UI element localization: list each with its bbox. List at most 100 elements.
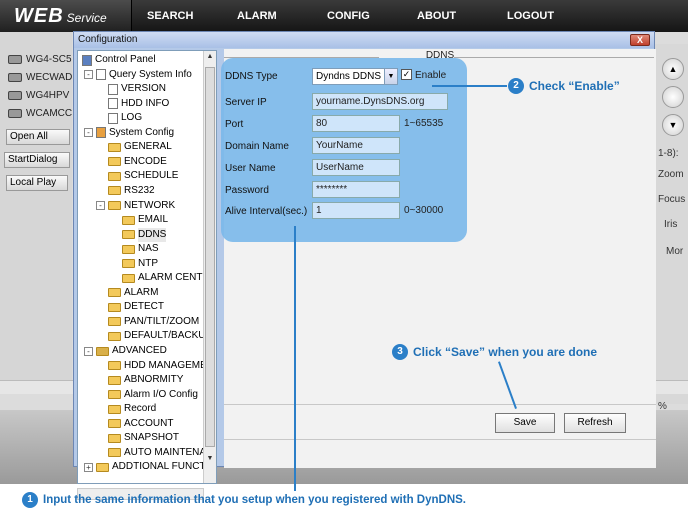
- tree-item[interactable]: GENERAL: [108, 140, 172, 154]
- tree-item[interactable]: SNAPSHOT: [108, 431, 179, 445]
- camera-label: WG4-SC5: [26, 54, 72, 65]
- tree-item[interactable]: - ADVANCED: [84, 344, 167, 358]
- server-ip-input[interactable]: yourname.DynsDNS.org: [312, 93, 448, 110]
- camera-item[interactable]: WECWAD: [8, 72, 72, 83]
- tree-item[interactable]: ALARM: [108, 286, 158, 300]
- step-number: 1: [22, 492, 38, 508]
- local-play-button[interactable]: Local Play: [6, 175, 68, 191]
- more-button[interactable]: Mor: [666, 246, 683, 257]
- ddns-panel: DDNS DDNS Type Dyndns DDNS ▼ ✓ Enable Se…: [221, 49, 656, 468]
- camera-label: WG4HPV: [26, 90, 70, 101]
- focus-label: Focus: [658, 194, 686, 205]
- port-input[interactable]: 80: [312, 115, 400, 132]
- ptz-down-button[interactable]: ▼: [662, 114, 684, 136]
- callout-line-2: [432, 85, 507, 87]
- alive-interval-input[interactable]: 1: [312, 202, 400, 219]
- save-button[interactable]: Save: [495, 413, 555, 433]
- start-dialog-select[interactable]: StartDialog: [4, 152, 70, 168]
- callout-line-1: [294, 226, 296, 491]
- folder-icon: [122, 273, 135, 283]
- ptz-up-button[interactable]: ▲: [662, 58, 684, 80]
- document-icon: [108, 112, 118, 124]
- nav-about[interactable]: ABOUT: [417, 0, 456, 32]
- collapse-icon[interactable]: -: [84, 128, 93, 138]
- expand-icon[interactable]: +: [84, 462, 93, 472]
- tree-item[interactable]: VERSION: [108, 82, 166, 96]
- tree-item-label: ADDTIONAL FUNCTIC: [112, 461, 216, 473]
- folder-icon: [108, 142, 121, 152]
- user-name-input[interactable]: UserName: [312, 159, 400, 176]
- tree-item[interactable]: DEFAULT/BACKUP: [108, 329, 212, 343]
- close-button[interactable]: X: [630, 34, 650, 46]
- collapse-icon[interactable]: -: [84, 346, 93, 356]
- tree-item[interactable]: - NETWORK: [96, 199, 175, 213]
- camera-item[interactable]: WG4-SC5: [8, 54, 72, 65]
- tree-item[interactable]: Record: [108, 402, 156, 416]
- tree-item[interactable]: Alarm I/O Config: [108, 388, 198, 402]
- nav-search[interactable]: SEARCH: [147, 0, 193, 32]
- tree-item-label: GENERAL: [124, 141, 172, 153]
- tree-item-label: RS232: [124, 184, 155, 196]
- port-label: Port: [225, 119, 244, 130]
- enable-checkbox[interactable]: ✓: [401, 69, 412, 80]
- config-tree: Control Panel - Query System Info VERSION HD…: [77, 50, 217, 484]
- ptz-center-button[interactable]: [662, 86, 684, 108]
- dialog-title: Configuration: [78, 34, 138, 45]
- tree-item[interactable]: DDNS: [122, 227, 167, 242]
- tree-item[interactable]: NAS: [122, 242, 159, 256]
- domain-name-input[interactable]: YourName: [312, 137, 400, 154]
- tree-item-label: ABNORMITY: [124, 374, 184, 386]
- tree-item[interactable]: AUTO MAINTENAI: [108, 446, 209, 460]
- refresh-button[interactable]: Refresh: [564, 413, 626, 433]
- tree-item[interactable]: HDD MANAGEMEI: [108, 359, 210, 373]
- tree-item-label: ENCODE: [124, 155, 167, 167]
- camera-item[interactable]: WCAMCC: [8, 108, 72, 119]
- password-input[interactable]: ********: [312, 181, 400, 198]
- collapse-icon[interactable]: -: [84, 70, 93, 80]
- folder-icon: [108, 404, 121, 414]
- tree-item[interactable]: + ADDTIONAL FUNCTIC: [84, 460, 216, 474]
- tree-item[interactable]: HDD INFO: [108, 97, 169, 111]
- scroll-up-icon[interactable]: ▲: [205, 53, 215, 65]
- tree-item[interactable]: ACCOUNT: [108, 417, 173, 431]
- ddns-type-select[interactable]: Dyndns DDNS ▼: [312, 68, 398, 85]
- tree-item[interactable]: Control Panel: [82, 53, 156, 67]
- tree-item[interactable]: LOG: [108, 111, 142, 125]
- tree-item[interactable]: PAN/TILT/ZOOM: [108, 315, 199, 329]
- camera-label: WCAMCC: [26, 108, 73, 119]
- arrow-down-icon: ▼: [668, 120, 678, 130]
- tree-item[interactable]: ENCODE: [108, 155, 167, 169]
- tree-item[interactable]: - System Config: [84, 126, 174, 140]
- open-all-button[interactable]: Open All: [6, 129, 70, 145]
- callout-step-2: 2 Check “Enable”: [508, 78, 620, 94]
- iris-label: Iris: [664, 219, 678, 230]
- folder-icon: [122, 215, 135, 225]
- tree-item[interactable]: DETECT: [108, 300, 164, 314]
- divider: [224, 439, 656, 440]
- camera-item[interactable]: WG4HPV: [8, 90, 69, 101]
- tree-item[interactable]: ALARM CENTE: [122, 271, 209, 285]
- tree-item[interactable]: EMAIL: [122, 213, 168, 227]
- close-icon: X: [636, 35, 643, 45]
- tree-item[interactable]: RS232: [108, 184, 155, 198]
- folder-icon: [122, 230, 135, 240]
- alive-interval-hint: 0~30000: [404, 205, 444, 216]
- nav-config[interactable]: CONFIG: [327, 0, 370, 32]
- scroll-thumb[interactable]: [205, 67, 215, 447]
- tree-item[interactable]: - Query System Info: [84, 68, 192, 82]
- tree-item[interactable]: NTP: [122, 257, 158, 271]
- tree-vertical-scrollbar[interactable]: ▲ ▼: [203, 51, 216, 483]
- collapse-icon[interactable]: -: [96, 201, 105, 210]
- document-icon: [96, 69, 106, 81]
- tree-item-label: LOG: [121, 112, 143, 124]
- scroll-down-icon[interactable]: ▼: [205, 455, 215, 467]
- advanced-icon: [96, 346, 109, 356]
- nav-alarm[interactable]: ALARM: [237, 0, 277, 32]
- folder-icon: [108, 361, 121, 371]
- document-icon: [108, 83, 118, 95]
- tree-item[interactable]: SCHEDULE: [108, 169, 178, 183]
- tree-item[interactable]: ABNORMITY: [108, 373, 183, 387]
- camera-icon: [8, 109, 22, 118]
- nav-logout[interactable]: LOGOUT: [507, 0, 554, 32]
- folder-icon: [96, 462, 109, 472]
